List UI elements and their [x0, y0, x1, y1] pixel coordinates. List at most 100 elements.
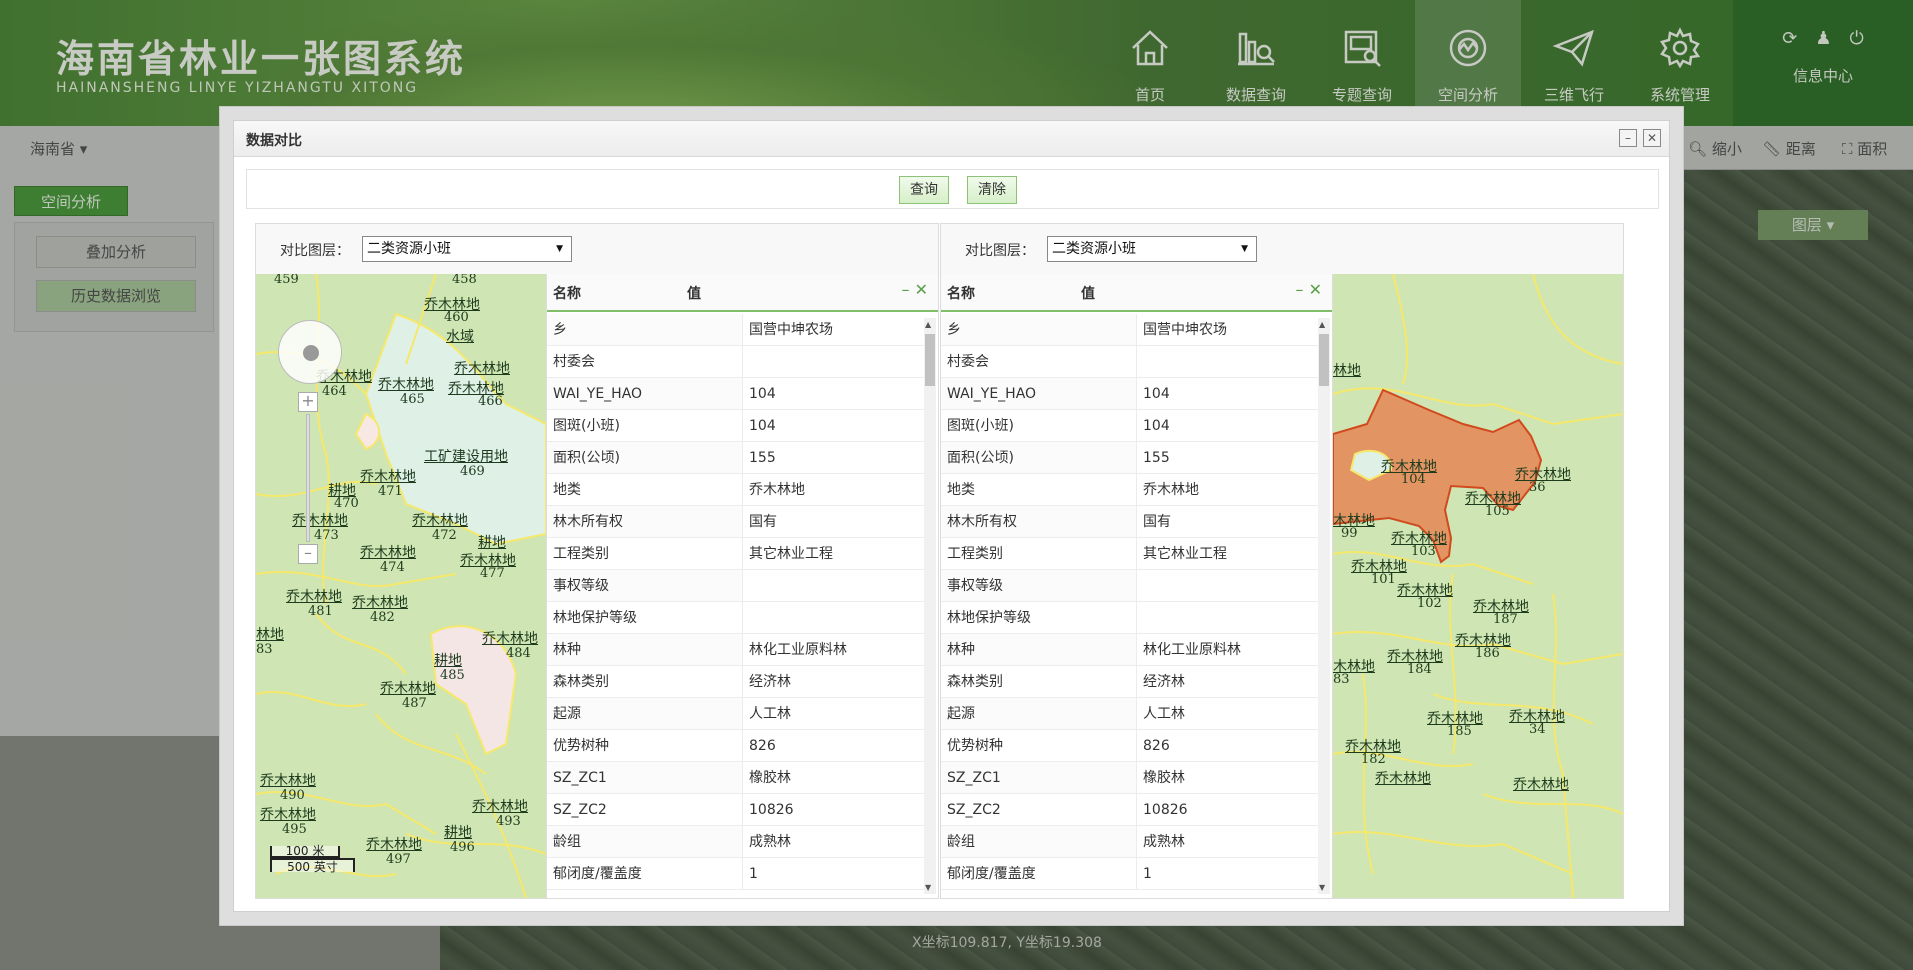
table-row[interactable]: 面积(公顷) 155	[547, 442, 925, 474]
table-row[interactable]: 林种 林化工业原料林	[547, 634, 925, 666]
row-value: 经济林	[1143, 674, 1185, 690]
row-value: 人工林	[749, 706, 791, 722]
table-row[interactable]: 郁闭度/覆盖度 1	[547, 858, 925, 890]
table-row[interactable]: 村委会	[941, 346, 1319, 378]
row-key: 优势树种	[941, 730, 1137, 761]
dialog-title: 数据对比	[246, 133, 302, 149]
close-icon[interactable]: ✕	[915, 280, 928, 299]
layer-select-right[interactable]: 二类资源小班	[1047, 236, 1257, 262]
panel-controls: – ✕	[902, 280, 929, 299]
row-value: 乔木林地	[749, 482, 805, 498]
table-row[interactable]: WAI_YE_HAO 104	[547, 378, 925, 410]
map-label: 103	[1411, 544, 1436, 559]
table-row[interactable]: 工程类别 其它林业工程	[547, 538, 925, 570]
row-value: 成熟林	[1143, 834, 1185, 850]
table-row[interactable]: 林木所有权 国有	[547, 506, 925, 538]
close-icon[interactable]: ✕	[1643, 129, 1661, 147]
row-value: 155	[1143, 450, 1170, 466]
table-row[interactable]: 龄组 成熟林	[941, 826, 1319, 858]
table-row[interactable]: SZ_ZC1 橡胶林	[547, 762, 925, 794]
table-row[interactable]: 地类 乔木林地	[547, 474, 925, 506]
row-key: 面积(公顷)	[941, 442, 1137, 473]
row-key: 图斑(小班)	[941, 410, 1137, 441]
dialog-titlebar[interactable]: 数据对比 – ✕	[234, 121, 1669, 157]
table-row[interactable]: 林种 林化工业原料林	[941, 634, 1319, 666]
map-label: 471	[378, 484, 403, 499]
table-row[interactable]: 森林类别 经济林	[941, 666, 1319, 698]
table-row[interactable]: 地类 乔木林地	[941, 474, 1319, 506]
minimize-icon[interactable]: –	[902, 280, 910, 299]
table-row[interactable]: 事权等级	[547, 570, 925, 602]
map-label: 乔木林地	[260, 807, 316, 823]
table-row[interactable]: 林地保护等级	[941, 602, 1319, 634]
table-row[interactable]: 村委会	[547, 346, 925, 378]
scroll-down-icon[interactable]: ▼	[925, 883, 931, 892]
scroll-thumb[interactable]	[1319, 334, 1329, 386]
scrollbar[interactable]: ▲ ▼	[924, 318, 936, 894]
row-value: 其它林业工程	[1143, 546, 1227, 562]
table-row[interactable]: 林地保护等级	[547, 602, 925, 634]
row-key: 森林类别	[547, 666, 743, 697]
map-label: 乔木林地	[260, 773, 316, 789]
table-row[interactable]: 乡国营中坤农场	[547, 314, 925, 346]
table-row[interactable]: WAI_YE_HAO 104	[941, 378, 1319, 410]
table-row[interactable]: 工程类别 其它林业工程	[941, 538, 1319, 570]
map-label: 105	[1485, 504, 1510, 519]
map-label: 34	[1529, 722, 1546, 737]
row-key: WAI_YE_HAO	[547, 378, 743, 409]
zoom-slider[interactable]	[306, 414, 310, 542]
table-row[interactable]: 起源 人工林	[547, 698, 925, 730]
map-label: 乔木林地	[360, 469, 416, 485]
scroll-up-icon[interactable]: ▲	[925, 320, 931, 329]
table-row[interactable]: 林木所有权 国有	[941, 506, 1319, 538]
table-row[interactable]: 图斑(小班) 104	[547, 410, 925, 442]
row-value: 橡胶林	[1143, 770, 1185, 786]
map-label: 459	[274, 274, 299, 287]
table-row[interactable]: 起源 人工林	[941, 698, 1319, 730]
row-value: 国营中坤农场	[1143, 322, 1227, 338]
map-label: 466	[478, 394, 503, 409]
pan-control[interactable]	[278, 320, 342, 384]
query-button[interactable]: 查询	[899, 176, 949, 204]
table-row[interactable]: SZ_ZC2 10826	[941, 794, 1319, 826]
table-row[interactable]: SZ_ZC1 橡胶林	[941, 762, 1319, 794]
map-label: 460	[444, 310, 469, 325]
row-key: 事权等级	[941, 570, 1137, 601]
map-label: 487	[402, 696, 427, 711]
table-row[interactable]: 面积(公顷) 155	[941, 442, 1319, 474]
map-left[interactable]: 459 458 乔木林地 460 水域 乔木林地 乔木林地 464 乔木林地 4…	[256, 274, 546, 898]
minimize-icon[interactable]: –	[1619, 129, 1637, 147]
table-row[interactable]: 事权等级	[941, 570, 1319, 602]
table-row[interactable]: 郁闭度/覆盖度 1	[941, 858, 1319, 890]
scroll-thumb[interactable]	[925, 334, 935, 386]
row-key: 林地保护等级	[547, 602, 743, 633]
map-label: 乔木林地	[286, 589, 342, 605]
col-name-header: 名称	[553, 286, 581, 302]
row-value: 国有	[1143, 514, 1171, 530]
map-label: 474	[380, 560, 405, 575]
row-value	[1137, 570, 1319, 601]
row-key: 工程类别	[547, 538, 743, 569]
table-row[interactable]: 乡国营中坤农场	[941, 314, 1319, 346]
minimize-icon[interactable]: –	[1296, 280, 1304, 299]
zoom-in-button[interactable]: +	[298, 392, 318, 412]
row-value: 成熟林	[749, 834, 791, 850]
table-row[interactable]: SZ_ZC2 10826	[547, 794, 925, 826]
scroll-up-icon[interactable]: ▲	[1319, 320, 1325, 329]
row-value: 林化工业原料林	[749, 642, 847, 658]
table-row[interactable]: 图斑(小班) 104	[941, 410, 1319, 442]
map-label: 495	[282, 822, 307, 837]
scroll-down-icon[interactable]: ▼	[1319, 883, 1325, 892]
map-right[interactable]: 林地 乔木林地 104 乔木林地 36 乔木林地 105 木林地 99 乔木林地…	[1333, 274, 1623, 898]
clear-button[interactable]: 清除	[967, 176, 1017, 204]
table-row[interactable]: 龄组 成熟林	[547, 826, 925, 858]
scrollbar[interactable]: ▲ ▼	[1318, 318, 1330, 894]
table-row[interactable]: 优势树种 826	[547, 730, 925, 762]
table-row[interactable]: 森林类别 经济林	[547, 666, 925, 698]
layer-select-left[interactable]: 二类资源小班	[362, 236, 572, 262]
table-row[interactable]: 优势树种 826	[941, 730, 1319, 762]
row-key: 地类	[547, 474, 743, 505]
close-icon[interactable]: ✕	[1309, 280, 1322, 299]
zoom-out-button[interactable]: –	[298, 544, 318, 564]
map-label: 乔木林地	[292, 513, 348, 529]
